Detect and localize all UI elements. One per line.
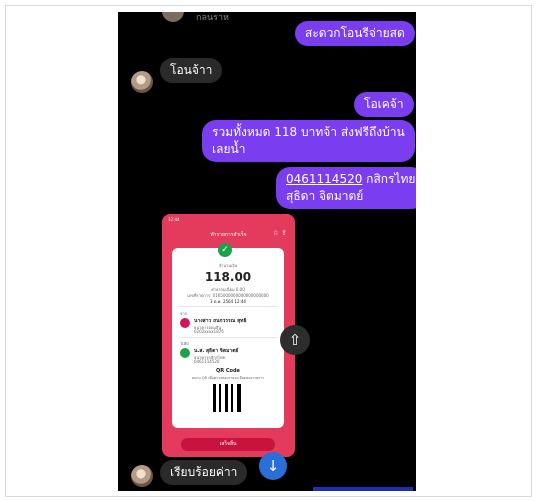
message-sent[interactable]: สะดวกโอนรีจ่ายสด [295, 21, 415, 46]
message-received[interactable]: โอนจ้าา [160, 58, 223, 83]
qr-title: QR Code [216, 368, 240, 374]
qr-code [213, 384, 241, 412]
message-line: 0461114520 กสิกรไทย [286, 171, 415, 188]
qr-note: สแกน QR เพื่อตรวจสอบรายละเอียดของรายการ [191, 376, 265, 380]
message-sent[interactable]: โอเคจ้า [354, 92, 414, 117]
sender-avatar[interactable] [131, 465, 153, 487]
message-sent[interactable]: รวมทั้งหมด 118 บาทจ้า ส่งฟรีถึงบ้าน เลยน… [202, 120, 415, 162]
amount-value: 118.00 [204, 270, 252, 284]
export-icon: ⇪ [281, 229, 287, 237]
message-sent[interactable]: 0461114520 กสิกรไทย สุธิดา จิตมาตย์ [276, 167, 416, 209]
to-label: ไปยัง [180, 341, 189, 346]
message-line: เลยน้ำ [212, 142, 246, 156]
bottom-indicator [313, 487, 413, 491]
sender-avatar[interactable] [131, 71, 153, 93]
kbank-logo [180, 348, 190, 358]
gsb-bank-logo [180, 318, 190, 328]
divider [178, 337, 278, 338]
sender-name: กลนราห [196, 13, 229, 23]
amount-label: จำนวนเงิน [218, 263, 238, 268]
chat-thread[interactable]: กลนราห สะดวกโอนรีจ่ายสด โอนจ้าา โอเคจ้า … [118, 12, 416, 491]
check-icon: ✓ [218, 243, 232, 257]
from-label: จาก [180, 311, 188, 316]
divider [178, 306, 278, 307]
transaction-date: 3 ต.ค. 2564 12:44 [210, 299, 246, 304]
from-account: 0202xxxx1876 [194, 329, 224, 334]
slip-card: ✓ จำนวนเงิน 118.00 ค่าธรรมเนียม 0.00 เลข… [172, 243, 284, 428]
message-line: รวมทั้งหมด 118 บาทจ้า ส่งฟรีถึงบ้าน [212, 125, 405, 139]
message-received[interactable]: เรียบร้อยค่าา [160, 460, 248, 485]
bank-name: กสิกรไทย [362, 172, 416, 186]
share-icon[interactable]: ⇧ [280, 325, 310, 355]
done-button[interactable]: เสร็จสิ้น [181, 438, 275, 451]
phone-number-link[interactable]: 0461114520 [286, 172, 362, 186]
status-bar-time: 12:44 [168, 217, 180, 222]
star-icon: ☆ [272, 229, 279, 237]
account-holder-name: สุธิดา จิตมาตย์ [286, 189, 364, 203]
to-account: 0461114520 [194, 359, 220, 364]
transfer-slip-image[interactable]: 12:44 ทำรายการสำเร็จ ☆ ⇪ ✓ จำนวนเงิน 118… [162, 214, 295, 457]
arrow-down-icon[interactable]: ↓ [259, 452, 287, 480]
slip-header-icons: ☆ ⇪ [273, 229, 287, 237]
sender-avatar [162, 12, 184, 22]
